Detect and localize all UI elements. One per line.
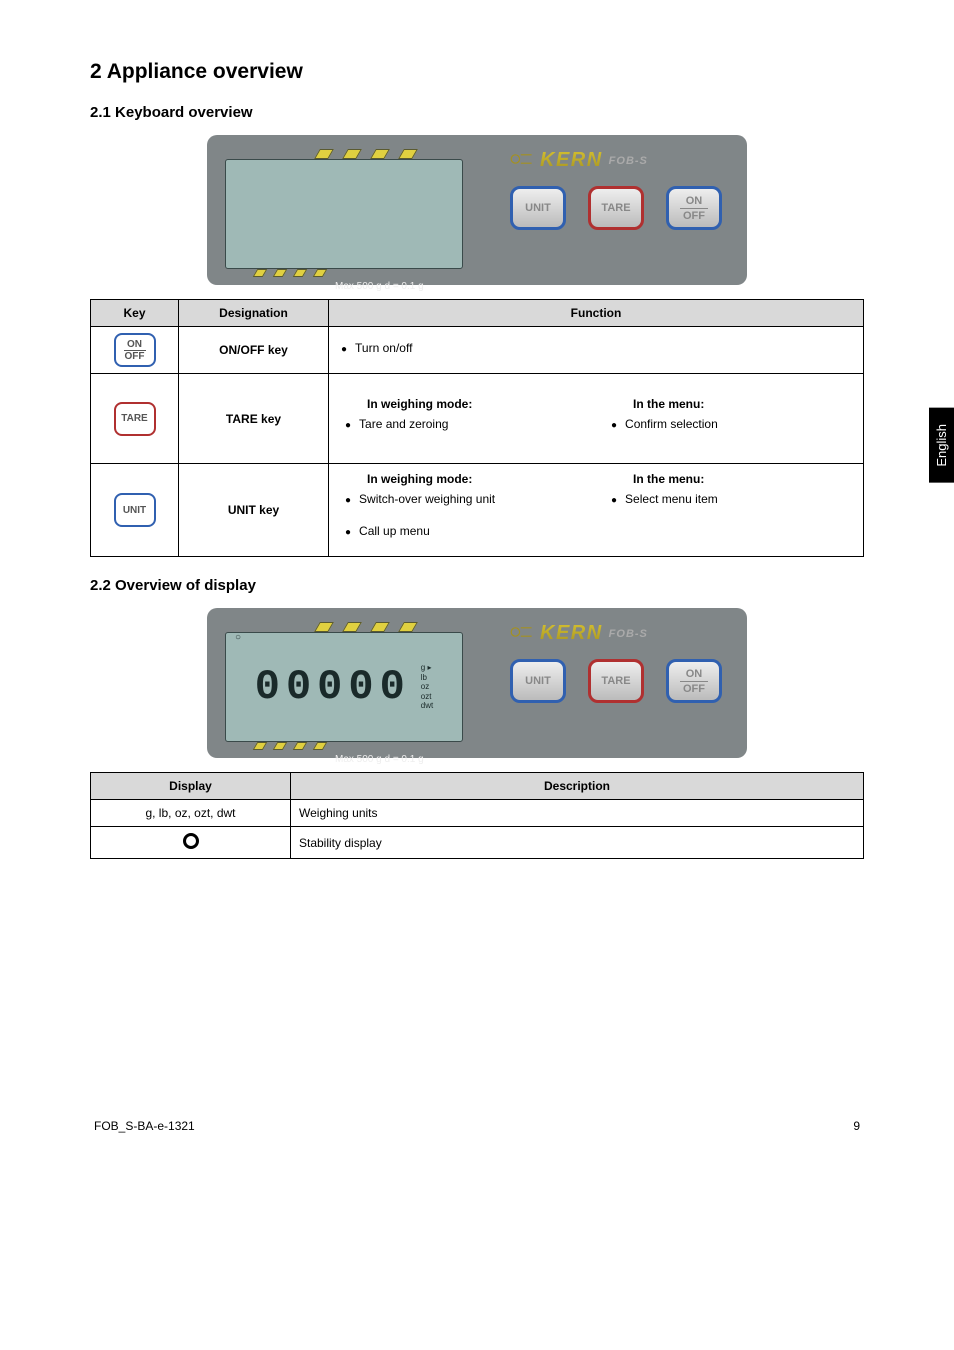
lcd-screen: ○ 00000 g ▸ lb oz ozt dwt [225,632,463,742]
stability-icon [183,833,199,849]
th-function: Function [329,300,864,327]
keyboard-table: Key Designation Function ONOFF ON/OFF ke… [90,299,864,557]
unit-button[interactable]: UNIT [510,186,566,230]
th-key: Key [91,300,179,327]
hazard-stripes-icon [225,742,470,750]
tare-button-label: TARE [601,202,630,214]
display-desc: Weighing units [291,800,864,827]
display-table: Display Description g, lb, oz, ozt, dwt … [90,772,864,859]
brand-model: FOB-S [609,628,648,640]
fn-heading: In weighing mode: [341,397,585,411]
fn-heading: In the menu: [607,472,851,486]
brand-logo-icon [510,150,534,171]
unit-button-label: UNIT [525,202,551,214]
display-value: g, lb, oz, ozt, dwt [91,800,291,827]
on-label: ON [686,668,703,680]
display-desc: Stability display [291,827,864,859]
section-display: 2.2 Overview of display [90,577,864,594]
section-keyboard: 2.1 Keyboard overview [90,104,864,121]
table-row: UNIT UNIT key In weighing mode: ●Switch-… [91,464,864,557]
lcd-caption: Max 500 g d = 0.1 g [225,754,470,765]
hazard-stripes-icon [225,269,470,277]
on-off-key-icon: ONOFF [114,333,156,367]
table-row: TARE TARE key In weighing mode: ●Tare an… [91,374,864,464]
page-title: 2 Appliance overview [90,60,864,84]
table-row: ONOFF ON/OFF key ●Turn on/off [91,327,864,374]
fn-text: Select menu item [625,492,718,506]
on-label: ON [686,195,703,207]
fn-heading: In weighing mode: [341,472,585,486]
fn-text: Tare and zeroing [359,417,448,431]
unit-button-label: UNIT [525,675,551,687]
th-description: Description [291,773,864,800]
off-label: OFF [683,210,705,222]
unit-button[interactable]: UNIT [510,659,566,703]
lcd-digits: 00000 [255,663,411,711]
on-off-button[interactable]: ON OFF [666,659,722,703]
brand-name: KERN [540,622,603,645]
device-overview-keyboard: Max 500 g d = 0.1 g KERN FOB-S UNIT TARE… [207,135,747,285]
footer-left: FOB_S-BA-e-1321 [94,1119,195,1133]
lcd-screen [225,159,463,269]
fn-heading: In the menu: [607,397,851,411]
key-name: TARE key [179,374,329,464]
brand-logo-icon [510,623,534,644]
unit-indicators: g ▸ lb oz ozt dwt [421,663,433,711]
on-off-button[interactable]: ON OFF [666,186,722,230]
unit-key-icon: UNIT [114,493,156,527]
tare-key-icon: TARE [114,402,156,436]
fn-text: Switch-over weighing unit [359,492,495,506]
hazard-stripes-icon [225,149,470,159]
footer: FOB_S-BA-e-1321 9 [90,1119,864,1133]
th-designation: Designation [179,300,329,327]
hazard-stripes-icon [225,622,470,632]
language-tab: English [929,408,954,483]
tare-button[interactable]: TARE [588,659,644,703]
key-name: UNIT key [179,464,329,557]
tare-button[interactable]: TARE [588,186,644,230]
device-overview-display: ○ 00000 g ▸ lb oz ozt dwt Max 500 g d = … [207,608,747,758]
fn-text: Confirm selection [625,417,718,431]
key-name: ON/OFF key [179,327,329,374]
tare-button-label: TARE [601,675,630,687]
footer-right: 9 [853,1119,860,1133]
brand-name: KERN [540,149,603,172]
fn-text: Call up menu [359,524,430,538]
lcd-caption: Max 500 g d = 0.1 g [225,281,470,292]
brand-model: FOB-S [609,155,648,167]
fn-text: Turn on/off [355,341,412,355]
off-label: OFF [683,683,705,695]
table-row: g, lb, oz, ozt, dwt Weighing units [91,800,864,827]
stability-icon: ○ [235,632,241,643]
table-row: Stability display [91,827,864,859]
th-display: Display [91,773,291,800]
